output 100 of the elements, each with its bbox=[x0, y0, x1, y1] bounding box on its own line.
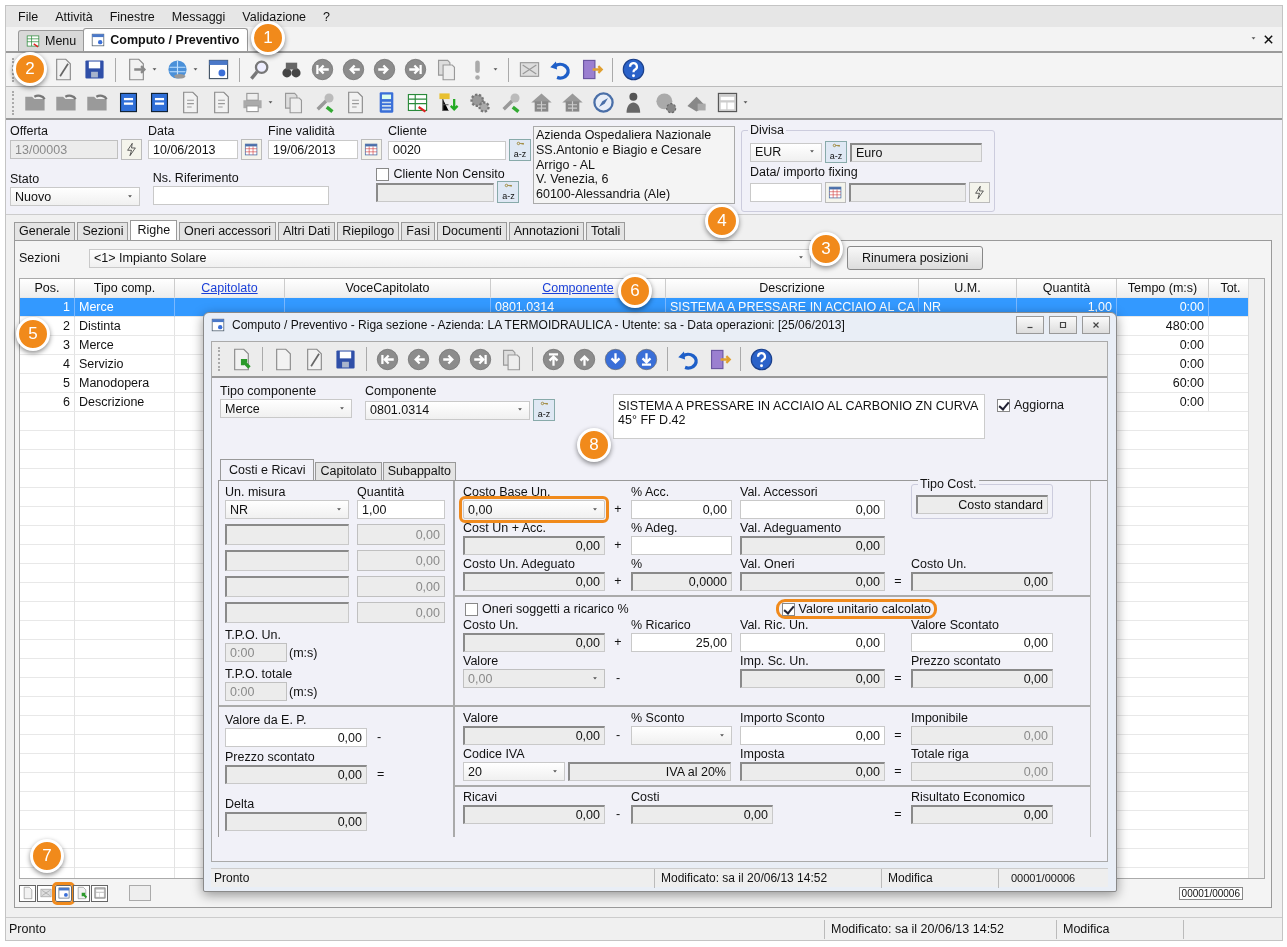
column-header[interactable]: VoceCapitolato bbox=[285, 279, 491, 298]
input-field[interactable]: 1,00 bbox=[357, 500, 445, 519]
tab[interactable]: Altri Dati bbox=[277, 222, 336, 240]
input-field[interactable]: 0,00 bbox=[740, 762, 885, 781]
help-icon[interactable] bbox=[749, 346, 774, 372]
checkbox[interactable] bbox=[781, 602, 795, 616]
tab[interactable]: Sezioni bbox=[77, 222, 129, 240]
input-field[interactable]: 0,00 bbox=[463, 572, 605, 591]
first-record-icon[interactable] bbox=[375, 346, 400, 372]
input-field[interactable]: 0,00 bbox=[631, 500, 732, 519]
input-field[interactable]: 0,00 bbox=[463, 805, 605, 824]
dropdown-field[interactable]: <1> Impianto Solare bbox=[89, 248, 811, 268]
input-field[interactable]: 0,00 bbox=[463, 633, 605, 652]
input-field[interactable]: 0,00 bbox=[740, 633, 885, 652]
input-field[interactable] bbox=[225, 550, 349, 571]
tab[interactable]: Oneri accessori bbox=[179, 222, 276, 240]
calendar-button[interactable] bbox=[824, 182, 846, 203]
document-tab[interactable]: Menu bbox=[18, 30, 86, 51]
input-field[interactable]: 0,00 bbox=[911, 572, 1053, 591]
dropdown-field[interactable]: 20 bbox=[463, 762, 565, 781]
menu-item[interactable]: Validazione bbox=[236, 9, 318, 24]
checkbox[interactable] bbox=[465, 602, 478, 616]
tab[interactable]: Generale bbox=[14, 222, 76, 240]
help-icon[interactable] bbox=[621, 57, 646, 82]
input-field[interactable] bbox=[225, 602, 349, 623]
dropdown-field[interactable]: EUR bbox=[750, 142, 822, 162]
input-field[interactable]: 0,00 bbox=[740, 536, 885, 555]
tab[interactable]: Subappalto bbox=[382, 462, 456, 480]
lightning-button[interactable] bbox=[969, 182, 990, 203]
horizontal-scrollbar[interactable] bbox=[129, 885, 151, 901]
dropdown-field[interactable]: Nuovo bbox=[10, 187, 140, 206]
tab[interactable]: Riepilogo bbox=[337, 222, 400, 240]
dropdown-field[interactable]: Merce bbox=[220, 399, 352, 418]
last-record-icon[interactable] bbox=[468, 346, 493, 372]
input-field[interactable]: 0020 bbox=[388, 140, 506, 160]
toolbar-button[interactable] bbox=[91, 884, 108, 902]
input-field[interactable]: 0,00 bbox=[225, 728, 367, 747]
input-field[interactable]: 0,00 bbox=[463, 536, 605, 555]
input-field[interactable]: Euro bbox=[850, 142, 982, 162]
maximize-button[interactable] bbox=[1049, 316, 1077, 334]
previous-record-icon[interactable] bbox=[341, 57, 366, 82]
dropdown-field[interactable] bbox=[631, 726, 732, 745]
menu-item[interactable]: ? bbox=[317, 9, 341, 24]
tab[interactable]: Costi e Ricavi bbox=[220, 459, 315, 480]
calendar-button[interactable] bbox=[241, 139, 262, 160]
column-header[interactable]: Tipo comp. bbox=[75, 279, 175, 298]
menu-item[interactable]: Attività bbox=[49, 9, 104, 24]
tab[interactable]: Fasi bbox=[401, 222, 435, 240]
input-field[interactable]: IVA al 20% bbox=[568, 762, 731, 781]
input-field[interactable]: 0,0000 bbox=[631, 572, 732, 591]
input-field[interactable]: 0,00 bbox=[225, 812, 367, 831]
input-field[interactable]: 19/06/2013 bbox=[268, 140, 358, 159]
toolbar-button[interactable] bbox=[19, 884, 36, 902]
compass-icon[interactable] bbox=[591, 90, 616, 115]
input-field[interactable]: 0,00 bbox=[911, 669, 1053, 688]
column-header[interactable]: Descrizione bbox=[666, 279, 919, 298]
menu-item[interactable]: Messaggi bbox=[165, 9, 237, 24]
input-field[interactable] bbox=[750, 183, 822, 202]
move-down-icon[interactable] bbox=[603, 346, 628, 372]
toolbar-button[interactable] bbox=[55, 884, 72, 902]
input-field[interactable]: 0,00 bbox=[911, 633, 1053, 652]
input-field[interactable]: 0,00 bbox=[740, 726, 885, 745]
previous-record-icon[interactable] bbox=[406, 346, 431, 372]
column-header[interactable]: Quantità bbox=[1017, 279, 1117, 298]
printer-icon[interactable] bbox=[240, 90, 265, 115]
lookup-button[interactable]: a-z bbox=[509, 139, 531, 161]
column-header-link[interactable]: Capitolato bbox=[175, 279, 285, 298]
close-button[interactable] bbox=[1082, 316, 1110, 334]
vertical-scrollbar[interactable] bbox=[1248, 279, 1264, 878]
description-field[interactable]: SISTEMA A PRESSARE IN ACCIAIO AL CARBONIO ZN CURVA 45° FF D.42 bbox=[613, 394, 985, 439]
last-record-icon[interactable] bbox=[403, 57, 428, 82]
tab[interactable]: Annotazioni bbox=[508, 222, 584, 240]
lightning-button[interactable] bbox=[121, 139, 142, 160]
lookup-button[interactable]: a-z bbox=[825, 141, 847, 163]
gears-icon[interactable] bbox=[467, 90, 492, 115]
move-top-icon[interactable] bbox=[541, 346, 566, 372]
close-icon[interactable] bbox=[1263, 33, 1274, 45]
input-field[interactable]: Costo standard bbox=[916, 495, 1048, 514]
input-field[interactable]: 25,00 bbox=[631, 633, 732, 652]
input-field[interactable]: 0,00 bbox=[463, 726, 605, 745]
move-up-icon[interactable] bbox=[572, 346, 597, 372]
input-field[interactable]: 0,00 bbox=[225, 765, 367, 784]
move-bottom-icon[interactable] bbox=[634, 346, 659, 372]
next-record-icon[interactable] bbox=[372, 57, 397, 82]
input-field[interactable]: 0,00 bbox=[631, 805, 773, 824]
tab[interactable]: Capitolato bbox=[315, 462, 382, 480]
toolbar-button[interactable] bbox=[73, 884, 90, 902]
settings-window-icon[interactable] bbox=[206, 57, 231, 82]
input-field[interactable]: 0,00 bbox=[740, 572, 885, 591]
minimize-button[interactable] bbox=[1016, 316, 1044, 334]
column-header[interactable]: Tempo (m:s) bbox=[1117, 279, 1209, 298]
checkbox[interactable] bbox=[376, 167, 390, 181]
checkbox[interactable] bbox=[997, 398, 1010, 412]
input-field[interactable] bbox=[225, 524, 349, 545]
lookup-button[interactable]: a-z bbox=[533, 399, 555, 421]
globe-icon[interactable] bbox=[165, 57, 190, 82]
column-header[interactable]: Pos. bbox=[20, 279, 75, 298]
next-record-icon[interactable] bbox=[437, 346, 462, 372]
house-icon[interactable] bbox=[529, 90, 554, 115]
input-field[interactable]: 0,00 bbox=[911, 805, 1053, 824]
